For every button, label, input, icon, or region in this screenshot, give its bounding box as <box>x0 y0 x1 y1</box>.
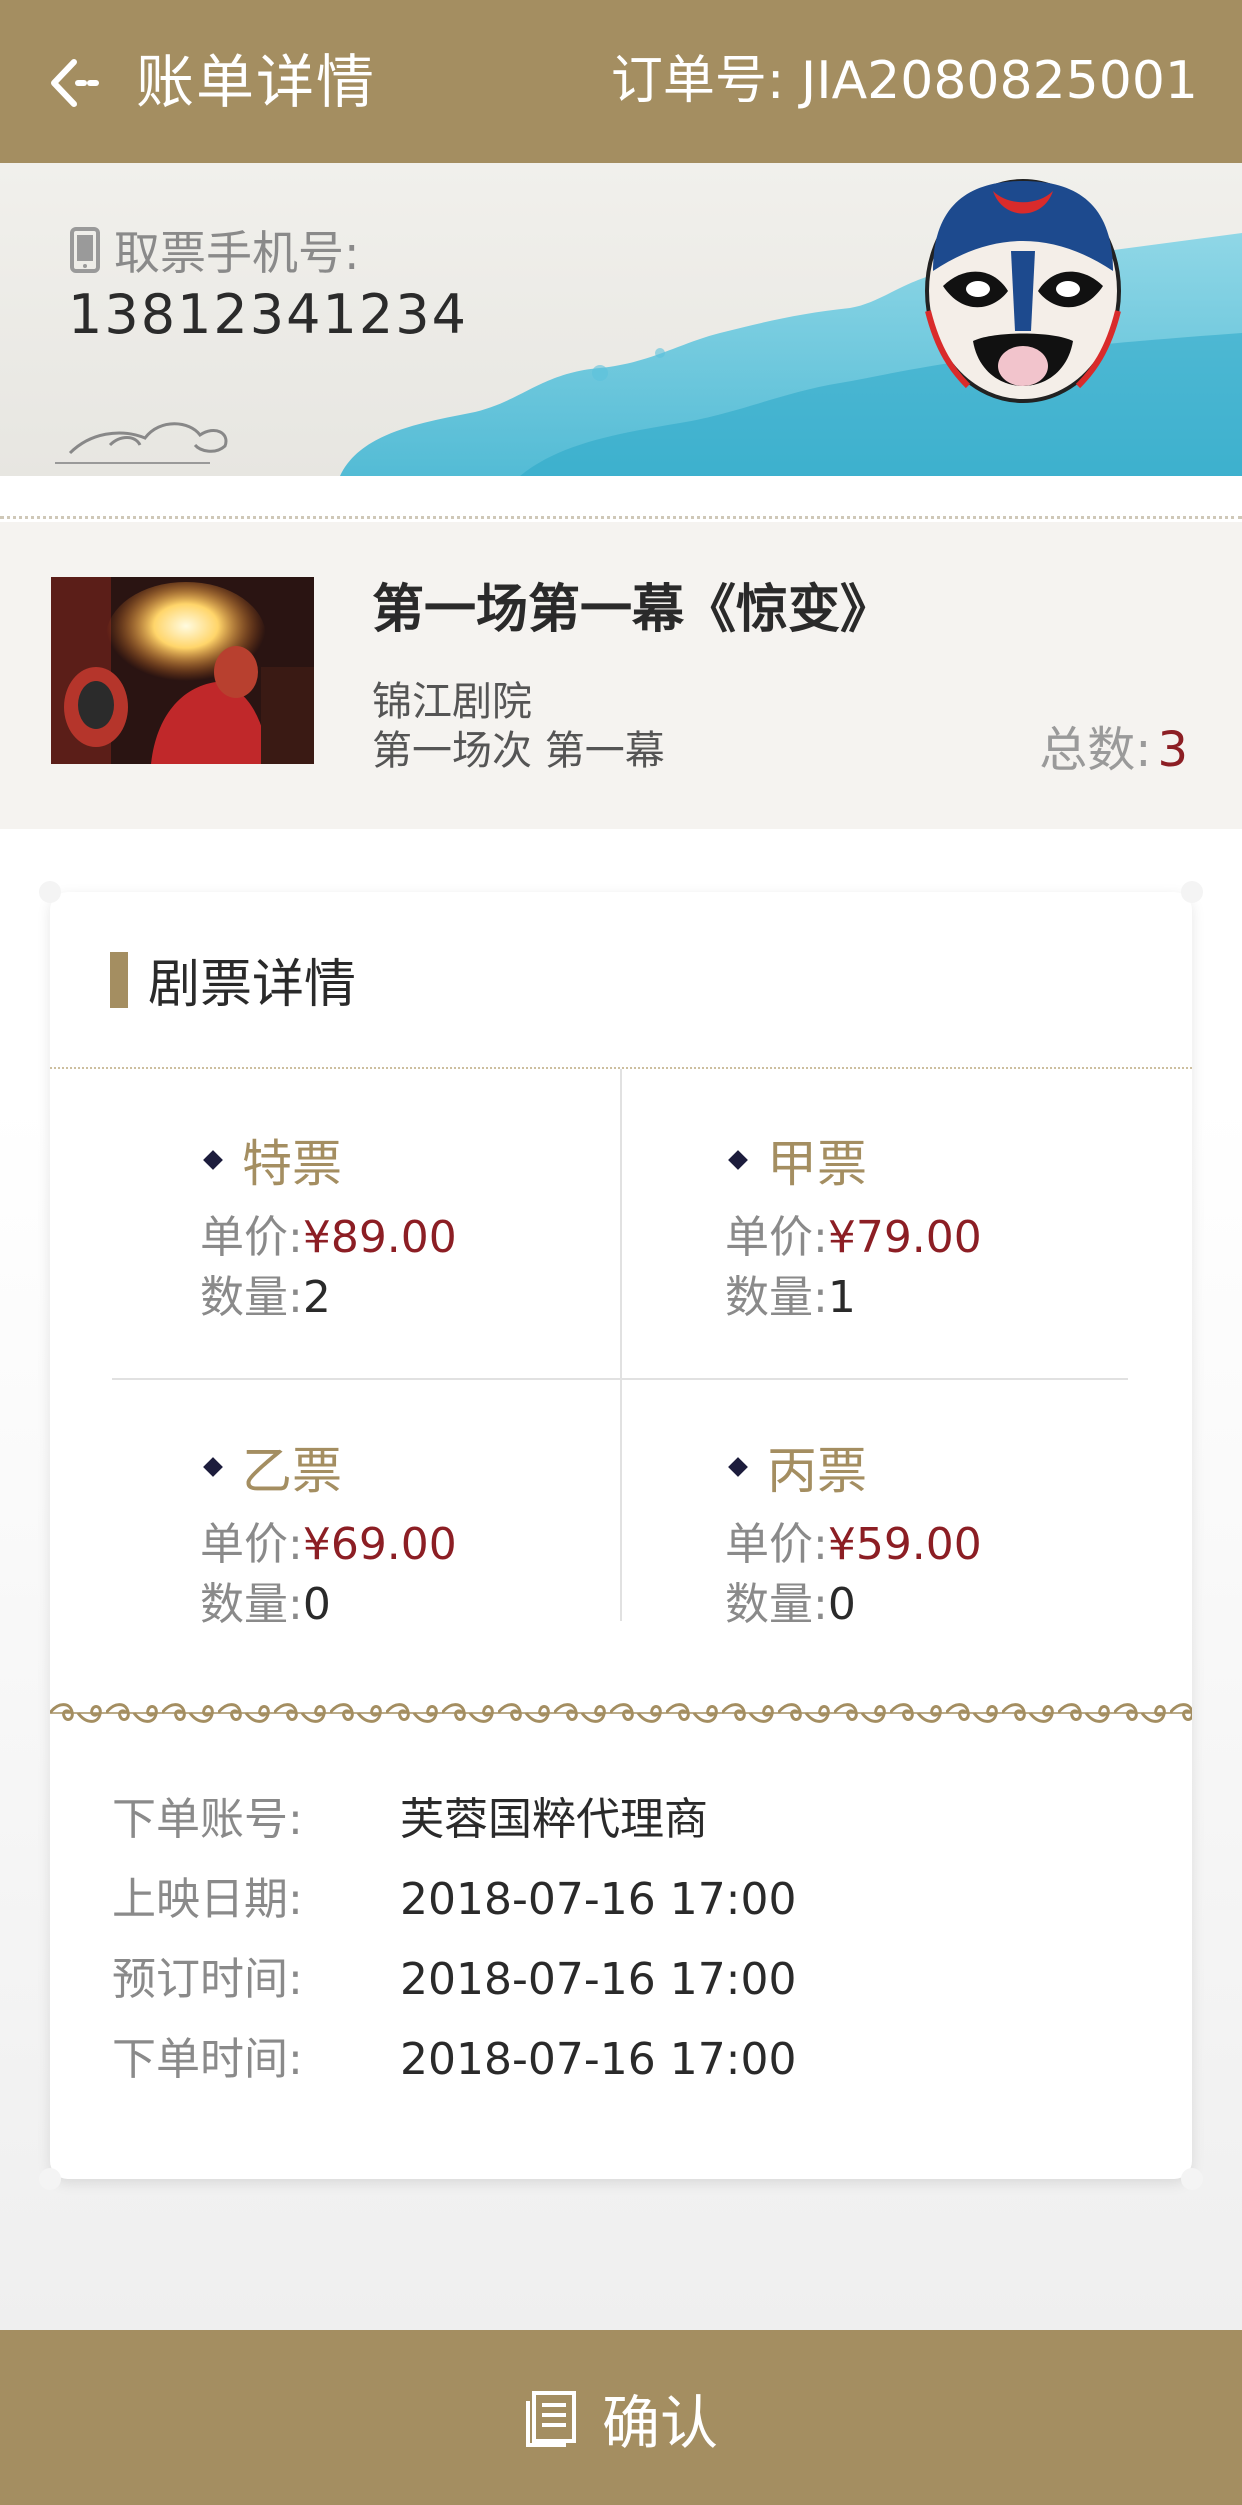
show-title: 第一场第一幕《惊变》 <box>372 580 893 640</box>
info-value: 2018-07-16 17:00 <box>400 1874 797 1925</box>
phone-label-row: 取票手机号: <box>70 220 360 280</box>
ticket-price-row: 单价:¥79.00 <box>725 1201 982 1265</box>
card-notch <box>1181 2168 1203 2190</box>
page-title: 账单详情 <box>136 48 377 116</box>
total-count: 总数: 3 <box>1039 710 1188 780</box>
ticket-price-row: 单价:¥69.00 <box>200 1508 457 1572</box>
diamond-bullet-icon <box>203 1457 223 1477</box>
ticket-item: 甲票 单价:¥79.00 数量:1 <box>725 1125 1145 1325</box>
order-number-value: JIA2080825001 <box>800 51 1198 111</box>
qty-label: 数量: <box>725 1272 828 1323</box>
diamond-bullet-icon <box>203 1150 223 1170</box>
ticket-name: 特票 <box>242 1135 342 1193</box>
ticket-item: 丙票 单价:¥59.00 数量:0 <box>725 1432 1145 1632</box>
price-label: 单价: <box>200 1212 303 1263</box>
ticket-price: ¥59.00 <box>827 1519 982 1570</box>
document-icon <box>525 2390 576 2447</box>
ticket-name: 丙票 <box>767 1442 867 1500</box>
ticket-qty-row: 数量:0 <box>725 1568 856 1632</box>
dotted-divider <box>0 516 1242 519</box>
phone-label: 取票手机号: <box>114 226 360 280</box>
total-value: 3 <box>1157 722 1188 778</box>
section-accent-bar <box>110 952 128 1008</box>
confirm-label: 确认 <box>601 2388 718 2457</box>
phone-icon <box>70 227 100 273</box>
grid-divider-vertical <box>620 1069 622 1621</box>
diamond-bullet-icon <box>728 1150 748 1170</box>
section-title: 剧票详情 <box>148 955 357 1015</box>
ticket-price-row: 单价:¥59.00 <box>725 1508 982 1572</box>
ticket-qty: 0 <box>827 1579 856 1630</box>
ticket-qty-row: 数量:1 <box>725 1261 856 1325</box>
ticket-details-card: 剧票详情 特票 单价:¥89.00 数量:2 甲票 单价:¥79.00 数量:1… <box>39 881 1203 2190</box>
ornamental-divider <box>50 1700 1192 1726</box>
phone-number: 13812341234 <box>68 283 468 346</box>
ticket-price: ¥79.00 <box>827 1212 982 1263</box>
show-thumbnail-image <box>51 577 314 764</box>
qty-label: 数量: <box>200 1272 303 1323</box>
info-value: 2018-07-16 17:00 <box>400 1954 797 2005</box>
card-notch <box>39 2168 61 2190</box>
total-label: 总数: <box>1039 722 1152 778</box>
top-bar: 账单详情 订单号: JIA2080825001 <box>0 0 1242 163</box>
price-label: 单价: <box>725 1212 828 1263</box>
order-number-label: 订单号: <box>610 51 785 111</box>
ticket-qty-row: 数量:2 <box>200 1261 331 1325</box>
price-label: 单价: <box>200 1519 303 1570</box>
qty-label: 数量: <box>200 1579 303 1630</box>
ticket-price-row: 单价:¥89.00 <box>200 1201 457 1265</box>
confirm-button[interactable]: 确认 <box>0 2330 1242 2505</box>
info-label: 下单时间: <box>112 2034 303 2085</box>
ticket-qty: 2 <box>302 1272 331 1323</box>
card-notch <box>39 881 61 903</box>
info-label: 预订时间: <box>112 1954 303 2005</box>
ticket-price: ¥69.00 <box>302 1519 457 1570</box>
ticket-name: 乙票 <box>242 1442 342 1500</box>
ticket-item: 特票 单价:¥89.00 数量:2 <box>200 1125 620 1325</box>
price-label: 单价: <box>725 1519 828 1570</box>
show-info-panel: 第一场第一幕《惊变》 锦江剧院 第一场次 第一幕 总数: 3 <box>0 522 1242 829</box>
back-arrow-icon[interactable] <box>44 48 114 118</box>
order-number: 订单号: JIA2080825001 <box>611 46 1198 116</box>
ticket-qty: 0 <box>302 1579 331 1630</box>
show-session: 第一场次 第一幕 <box>372 728 665 774</box>
diamond-bullet-icon <box>728 1457 748 1477</box>
ticket-price: ¥89.00 <box>302 1212 457 1263</box>
phone-banner: 取票手机号: 13812341234 <box>0 163 1242 476</box>
info-value: 2018-07-16 17:00 <box>400 2034 797 2085</box>
card-notch <box>1181 881 1203 903</box>
qty-label: 数量: <box>725 1579 828 1630</box>
ticket-item: 乙票 单价:¥69.00 数量:0 <box>200 1432 620 1632</box>
info-value: 芙蓉国粹代理商 <box>400 1794 708 1845</box>
ticket-qty-row: 数量:0 <box>200 1568 331 1632</box>
ticket-name: 甲票 <box>767 1135 867 1193</box>
info-label: 下单账号: <box>112 1794 303 1845</box>
ticket-qty: 1 <box>827 1272 856 1323</box>
info-label: 上映日期: <box>112 1874 303 1925</box>
grid-divider-horizontal <box>112 1378 1128 1380</box>
